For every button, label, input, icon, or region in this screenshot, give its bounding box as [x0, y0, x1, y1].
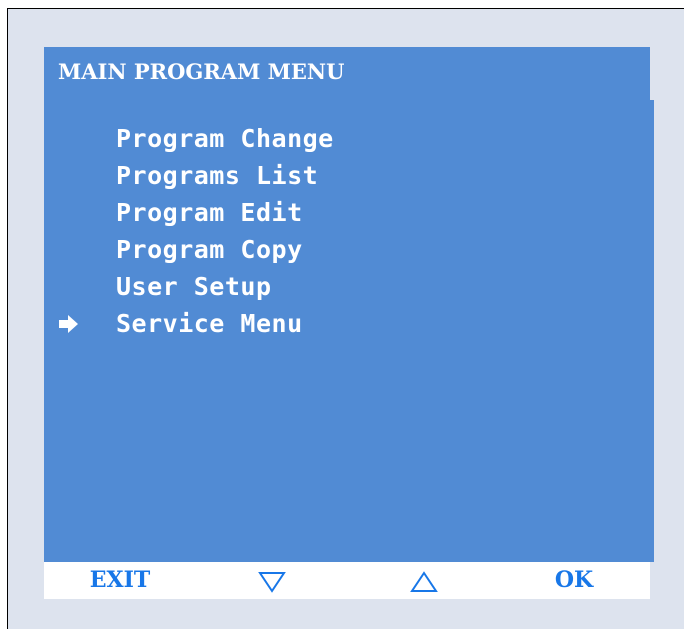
- menu-item-label: Programs List: [116, 161, 319, 190]
- menu-item-service-menu[interactable]: Service Menu: [58, 308, 598, 344]
- up-triangle-icon: [410, 571, 438, 592]
- menu-item-programs-list[interactable]: Programs List: [58, 160, 598, 196]
- menu-item-program-edit[interactable]: Program Edit: [58, 197, 598, 233]
- scroll-down-button[interactable]: [258, 562, 286, 599]
- down-triangle-icon: [258, 572, 286, 593]
- softkey-bar: EXIT OK: [44, 562, 650, 599]
- exit-button[interactable]: EXIT: [80, 562, 160, 599]
- ok-button-label: OK: [554, 567, 594, 593]
- lcd-screen: MAIN PROGRAM MENU Program Change Program…: [44, 47, 650, 562]
- screen-edge: [650, 100, 654, 562]
- scroll-up-button[interactable]: [410, 562, 438, 599]
- menu-item-program-copy[interactable]: Program Copy: [58, 234, 598, 270]
- menu-item-label: Program Change: [116, 124, 334, 153]
- menu-title: MAIN PROGRAM MENU: [58, 59, 345, 84]
- menu-item-label: Service Menu: [116, 309, 303, 338]
- menu-item-program-change[interactable]: Program Change: [58, 123, 598, 159]
- menu-item-label: User Setup: [116, 272, 272, 301]
- exit-button-label: EXIT: [89, 567, 151, 593]
- title-bar: MAIN PROGRAM MENU: [44, 47, 650, 100]
- menu-item-label: Program Copy: [116, 235, 303, 264]
- menu-item-label: Program Edit: [116, 198, 303, 227]
- menu-item-user-setup[interactable]: User Setup: [58, 271, 598, 307]
- ok-button[interactable]: OK: [546, 562, 602, 599]
- right-arrow-icon: [59, 315, 78, 333]
